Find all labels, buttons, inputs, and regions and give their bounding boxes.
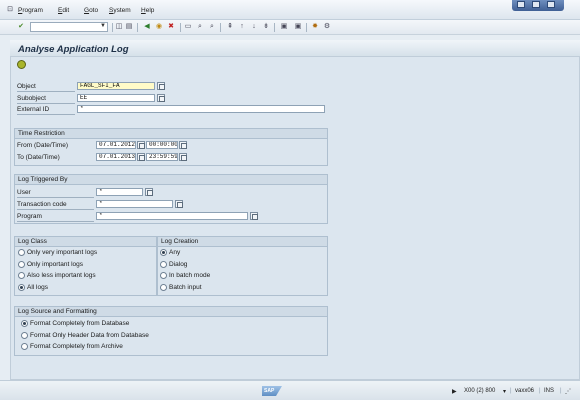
log-class-option-label: All logs xyxy=(27,284,48,291)
log-class-option-label: Also less important logs xyxy=(27,272,96,279)
log-creation-radio-batch-input[interactable] xyxy=(160,284,167,291)
from-date-input[interactable]: 07.01.2012 xyxy=(96,141,136,149)
log-creation-radio-batch-mode[interactable] xyxy=(160,272,167,279)
to-date-input[interactable]: 07.01.2013 xyxy=(96,153,136,161)
application-toolbar xyxy=(10,58,580,72)
log-source-option-label: Format Only Header Data from Database xyxy=(30,332,149,339)
log-source-radio-archive[interactable] xyxy=(21,343,28,350)
transaction-code-label: Transaction code xyxy=(17,201,67,208)
log-creation-option-label: Any xyxy=(169,249,181,256)
log-class-option-label: Only very important logs xyxy=(27,249,98,256)
log-source-title: Log Source and Formatting xyxy=(18,308,97,315)
standard-toolbar: ✔ ▼ ◫ ▤ ◀ ◉ ✖ ▭ ⌕ ⌕ ⇞ ↑ ↓ ⇟ ▣ ▣ ✸ ⚙ xyxy=(0,20,580,35)
log-class-radio-all[interactable] xyxy=(18,284,25,291)
next-page-icon[interactable]: ↓ xyxy=(250,23,258,31)
log-class-radio-very-important[interactable] xyxy=(18,249,25,256)
first-page-icon[interactable]: ⇞ xyxy=(226,23,234,31)
help-icon[interactable]: ✸ xyxy=(311,23,319,31)
enter-icon[interactable]: ✔ xyxy=(17,23,25,31)
save-icon[interactable]: ◫ xyxy=(115,23,123,31)
prev-page-icon[interactable]: ↑ xyxy=(238,23,246,31)
object-label: Object xyxy=(17,83,36,90)
log-source-radio-database[interactable] xyxy=(21,320,28,327)
user-help-icon[interactable] xyxy=(145,188,153,196)
customize-icon[interactable]: ⚙ xyxy=(323,23,331,31)
exit-icon[interactable]: ◉ xyxy=(155,23,163,31)
find-icon[interactable]: ⌕ xyxy=(196,23,204,31)
log-triggered-by-title: Log Triggered By xyxy=(18,176,68,183)
new-session-icon[interactable]: ▣ xyxy=(280,23,288,31)
menu-program[interactable]: Program xyxy=(18,7,43,14)
chevron-down-icon[interactable]: ▾ xyxy=(503,388,506,395)
to-time-input[interactable]: 23:59:59 xyxy=(146,153,178,161)
user-label: User xyxy=(17,189,31,196)
transaction-code-help-icon[interactable] xyxy=(175,200,183,208)
shortcut-icon[interactable]: ▣ xyxy=(294,23,302,31)
from-time-input[interactable]: 00:00:00 xyxy=(146,141,178,149)
menu-system[interactable]: System xyxy=(109,7,131,14)
close-icon[interactable] xyxy=(547,1,555,8)
log-creation-option-label: Batch input xyxy=(169,284,202,291)
log-source-option-label: Format Completely from Database xyxy=(30,320,130,327)
log-class-radio-less-important[interactable] xyxy=(18,272,25,279)
back-icon[interactable]: ◀ xyxy=(143,23,151,31)
log-creation-radio-any[interactable] xyxy=(160,249,167,256)
system-info: X00 (2) 800 xyxy=(464,388,496,394)
log-creation-radio-dialog[interactable] xyxy=(160,261,167,268)
log-creation-title: Log Creation xyxy=(161,238,199,245)
subobject-help-icon[interactable] xyxy=(157,94,165,102)
sap-menu-icon[interactable]: ⊡ xyxy=(6,6,14,14)
user-input[interactable]: * xyxy=(96,188,143,196)
window-controls xyxy=(512,0,564,11)
status-bar: SAP ▶ X00 (2) 800 ▾ | vaxx06 | INS | ⋰ xyxy=(0,380,580,400)
log-class-title: Log Class xyxy=(18,238,47,245)
program-input[interactable]: * xyxy=(96,212,248,220)
from-label: From (Date/Time) xyxy=(17,142,69,149)
from-date-calendar-icon[interactable] xyxy=(137,141,145,149)
title-bar: Analyse Application Log xyxy=(10,40,580,57)
time-restriction-title: Time Restriction xyxy=(18,130,65,137)
menu-goto[interactable]: Goto xyxy=(84,7,98,14)
status-arrow-icon[interactable]: ▶ xyxy=(452,388,457,395)
subobject-label: Subobject xyxy=(17,95,46,102)
menu-bar: ⊡ Program Edit Goto System Help xyxy=(0,0,580,20)
log-source-option-label: Format Completely from Archive xyxy=(30,343,123,350)
menu-edit[interactable]: Edit xyxy=(58,7,69,14)
page-title: Analyse Application Log xyxy=(18,44,129,55)
log-source-radio-header-only[interactable] xyxy=(21,332,28,339)
log-creation-option-label: In batch mode xyxy=(169,272,211,279)
to-date-calendar-icon[interactable] xyxy=(137,153,145,161)
maximize-icon[interactable] xyxy=(532,1,540,8)
log-creation-option-label: Dialog xyxy=(169,261,188,268)
transaction-code-input[interactable]: * xyxy=(96,200,173,208)
print-icon[interactable]: ▭ xyxy=(184,23,192,31)
sap-logo-icon: SAP xyxy=(262,386,282,396)
program-help-icon[interactable] xyxy=(250,212,258,220)
chevron-down-icon[interactable]: ▼ xyxy=(100,23,106,29)
object-help-icon[interactable] xyxy=(157,82,165,90)
from-time-help-icon[interactable] xyxy=(179,141,187,149)
find-next-icon[interactable]: ⌕ xyxy=(208,23,216,31)
log-class-option-label: Only important logs xyxy=(27,261,83,268)
object-input[interactable]: FAGL_SFI_FA xyxy=(77,82,155,90)
to-time-help-icon[interactable] xyxy=(179,153,187,161)
log-class-radio-important[interactable] xyxy=(18,261,25,268)
external-id-input[interactable]: * xyxy=(77,105,325,113)
resize-grip-icon[interactable]: ⋰ xyxy=(565,388,571,395)
minimize-icon[interactable] xyxy=(517,1,525,8)
to-label: To (Date/Time) xyxy=(17,154,60,161)
program-label: Program xyxy=(17,213,42,220)
execute-icon[interactable] xyxy=(17,60,26,69)
server-info: vaxx06 xyxy=(515,388,535,394)
cancel-icon[interactable]: ✖ xyxy=(167,23,175,31)
external-id-label: External ID xyxy=(17,106,50,113)
command-field[interactable] xyxy=(30,22,108,32)
menu-help[interactable]: Help xyxy=(141,7,154,14)
save-disk-icon[interactable]: ▤ xyxy=(125,23,133,31)
last-page-icon[interactable]: ⇟ xyxy=(262,23,270,31)
subobject-input[interactable]: EE xyxy=(77,94,155,102)
insert-mode: INS xyxy=(544,388,555,394)
